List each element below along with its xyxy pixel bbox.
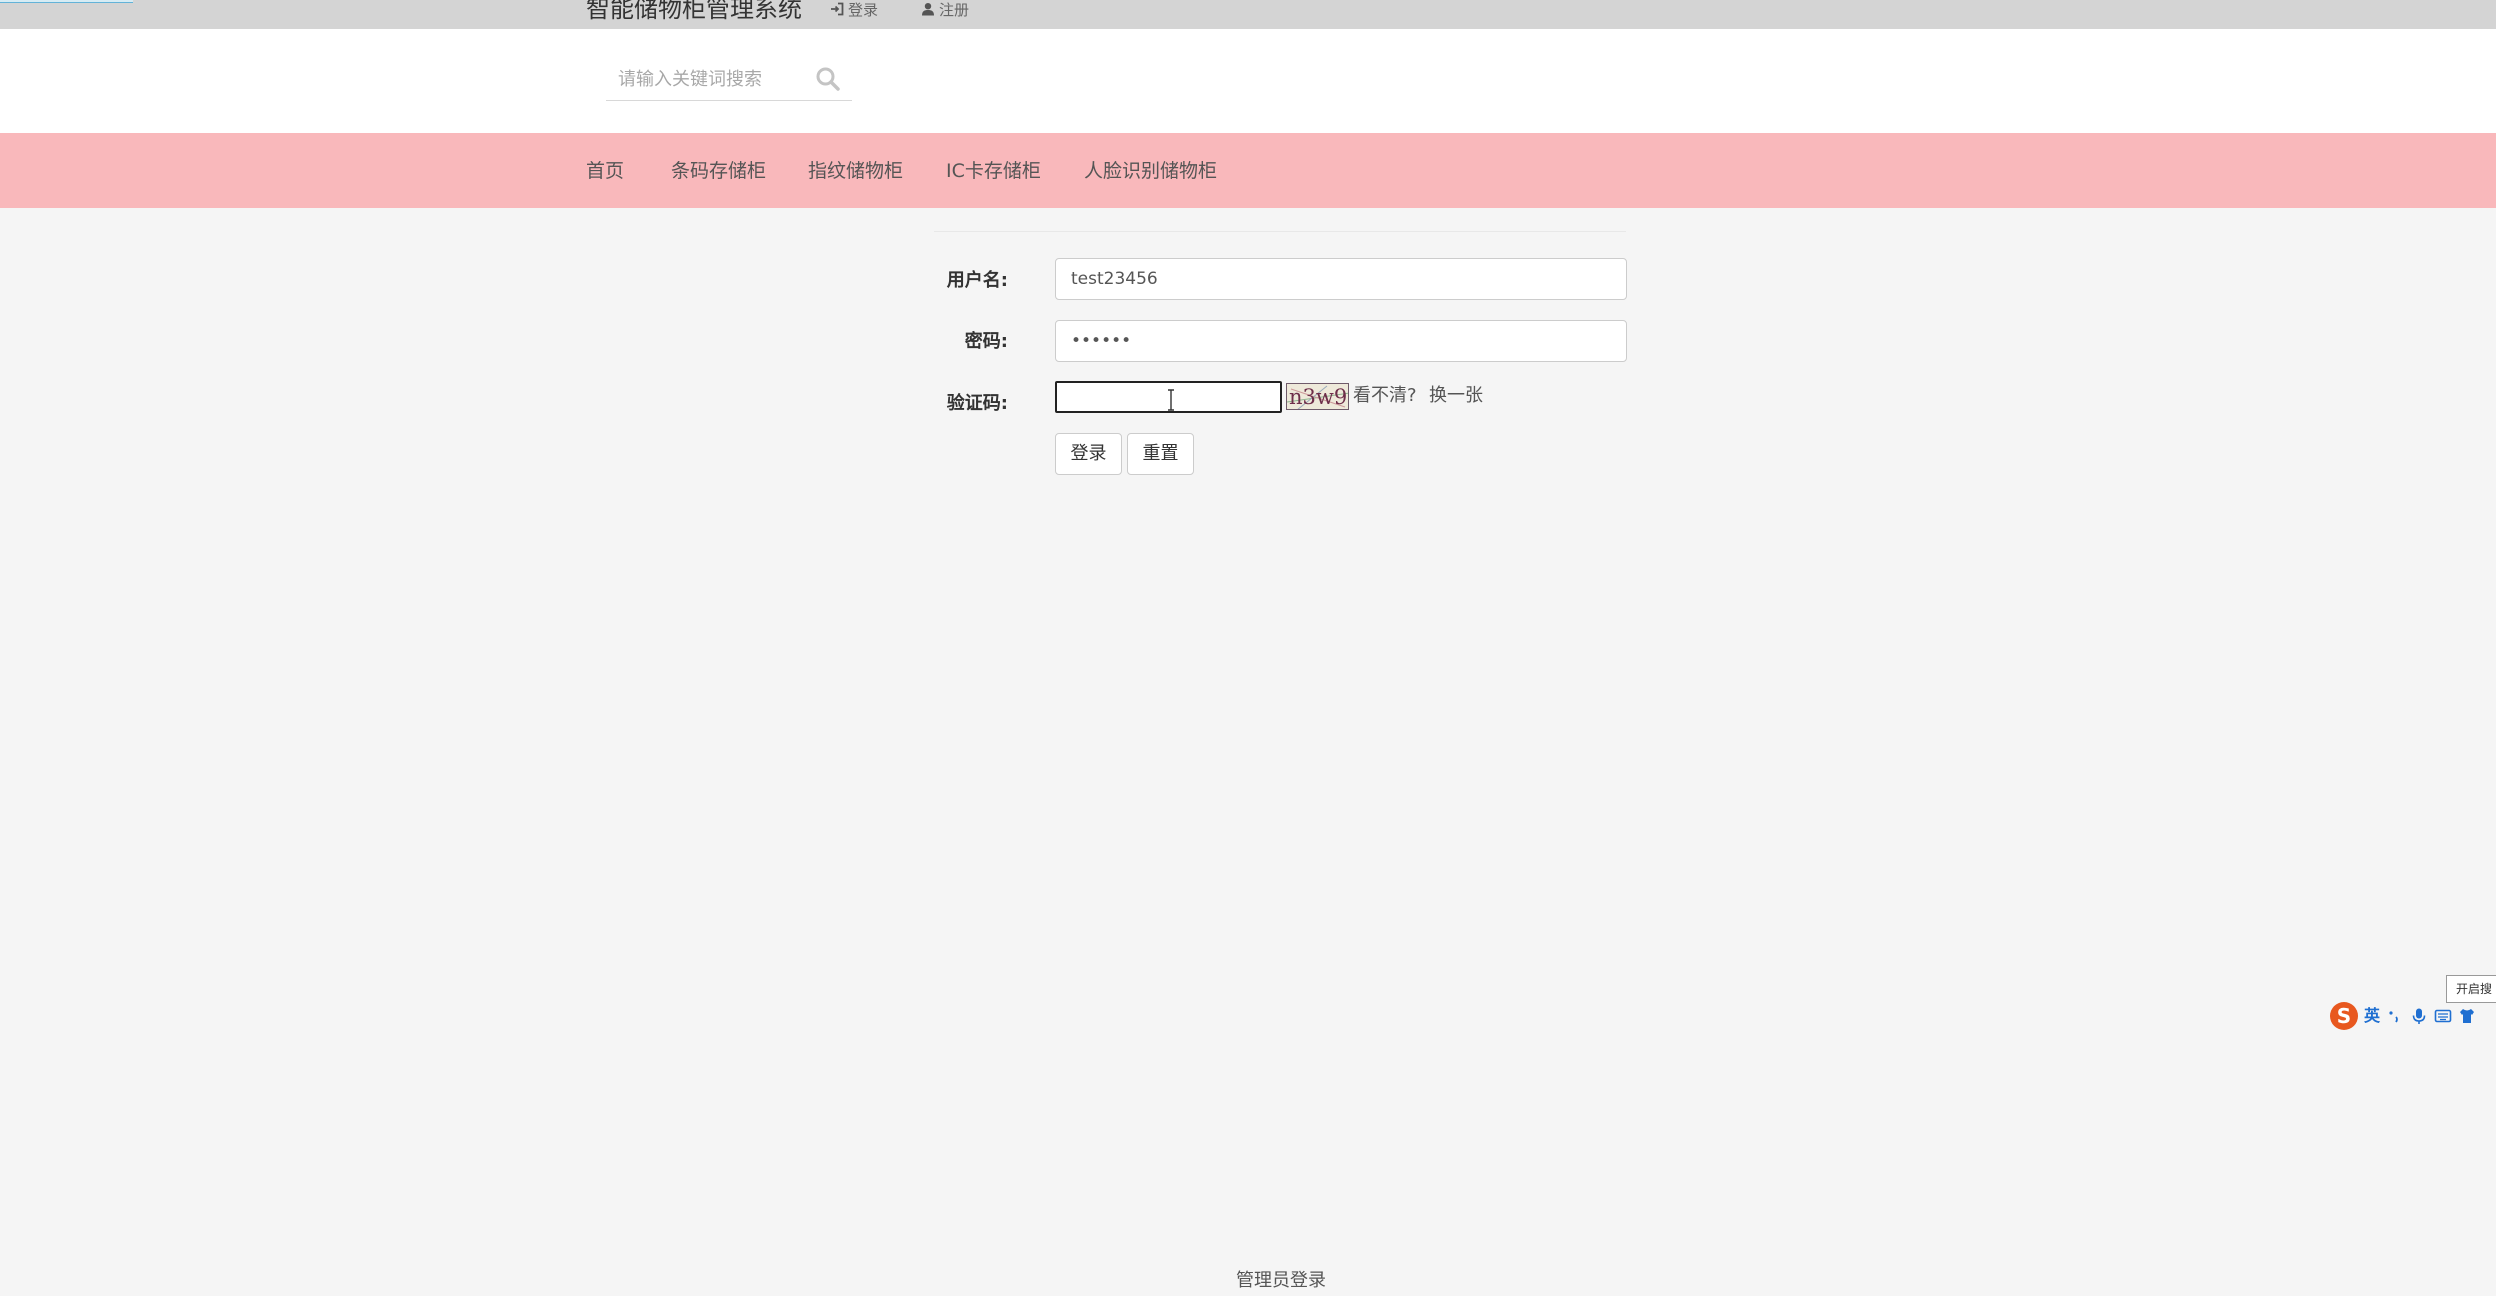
username-field[interactable] [1055, 258, 1627, 300]
ime-toolbar[interactable]: S 英 [2330, 1000, 2496, 1032]
site-title: 智能储物柜管理系统 [586, 0, 802, 23]
punctuation-icon[interactable] [2386, 1007, 2404, 1025]
username-label: 用户名: [946, 270, 1008, 291]
main-nav-bar [0, 133, 2496, 208]
login-button[interactable]: 登录 [1055, 433, 1122, 475]
text-cursor-icon [1168, 389, 1174, 411]
keyboard-icon[interactable] [2434, 1007, 2452, 1025]
search-input[interactable] [618, 59, 808, 99]
top-login-link[interactable]: 登录 [830, 0, 879, 19]
reset-button[interactable]: 重置 [1127, 433, 1194, 475]
top-left-marker [0, 0, 133, 3]
login-icon [831, 2, 844, 16]
ime-tooltip: 开启搜 [2446, 975, 2496, 1003]
captcha-unclear-text: 看不清? [1353, 385, 1417, 406]
nav-item-home[interactable]: 首页 [586, 156, 624, 186]
nav-item-face-recognition-locker[interactable]: 人脸识别储物柜 [1084, 156, 1217, 186]
search-box [606, 59, 852, 101]
microphone-icon[interactable] [2410, 1007, 2428, 1025]
ime-logo-icon[interactable]: S [2330, 1002, 2358, 1030]
top-login-label: 登录 [848, 0, 879, 19]
admin-login-link[interactable]: 管理员登录 [1236, 1268, 1326, 1294]
captcha-label: 验证码: [946, 393, 1008, 414]
top-bar [0, 0, 2496, 29]
user-icon [922, 2, 934, 16]
nav-item-ic-card-locker[interactable]: IC卡存储柜 [946, 156, 1041, 186]
form-divider [934, 231, 1626, 232]
captcha-image-text: n3w9 [1289, 385, 1348, 409]
captcha-refresh-link[interactable]: 换一张 [1429, 383, 1483, 409]
search-icon[interactable] [814, 65, 842, 93]
skin-icon[interactable] [2458, 1007, 2476, 1025]
captcha-image[interactable]: n3w9 [1286, 383, 1349, 410]
header [0, 29, 2496, 133]
nav-item-barcode-locker[interactable]: 条码存储柜 [671, 156, 766, 186]
top-register-label: 注册 [939, 0, 970, 19]
nav-item-fingerprint-locker[interactable]: 指纹储物柜 [808, 156, 903, 186]
ime-language-toggle[interactable]: 英 [2364, 1002, 2380, 1030]
password-field[interactable] [1055, 320, 1627, 362]
password-label: 密码: [964, 331, 1008, 352]
top-register-link[interactable]: 注册 [921, 0, 970, 19]
